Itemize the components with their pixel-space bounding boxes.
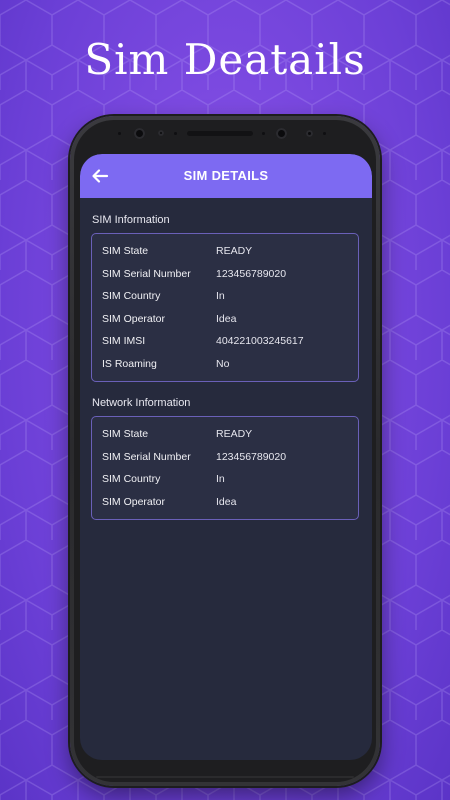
app-bar: SIM DETAILS [80, 154, 372, 198]
row-value: Idea [216, 312, 237, 325]
info-row: SIM Operator Idea [92, 491, 358, 514]
info-row: SIM Operator Idea [92, 308, 358, 331]
info-row: SIM Country In [92, 468, 358, 491]
app-title: SIM DETAILS [183, 168, 269, 183]
row-value: In [216, 473, 225, 486]
row-label: SIM State [102, 428, 149, 441]
earpiece-speaker [187, 131, 253, 136]
info-row: SIM Country In [92, 285, 358, 308]
row-label: SIM Serial Number [102, 450, 191, 463]
sensor-dot [118, 132, 121, 135]
row-value: READY [216, 428, 253, 441]
row-label: SIM Country [102, 473, 161, 486]
sensor-icon [306, 130, 313, 137]
row-label: IS Roaming [102, 357, 157, 370]
row-value: 123456789020 [216, 267, 287, 280]
info-row: IS Roaming No [92, 353, 358, 376]
info-row: SIM State READY [92, 423, 358, 446]
row-label: SIM Operator [102, 495, 166, 508]
network-information-title: Network Information [92, 397, 191, 409]
sensor-dot [323, 132, 326, 135]
info-row: SIM State READY [92, 240, 358, 263]
row-label: SIM Operator [102, 312, 166, 325]
phone-bottom-edge [96, 776, 354, 778]
sim-information-card: SIM State READY SIM Serial Number 123456… [91, 233, 359, 382]
sensor-dot [174, 132, 177, 135]
row-value: Idea [216, 495, 237, 508]
row-value: In [216, 290, 225, 303]
phone-mockup: SIM DETAILS SIM Information SIM State RE… [70, 116, 380, 786]
front-camera-icon [134, 128, 145, 139]
sim-information-title: SIM Information [92, 214, 170, 226]
row-label: SIM Serial Number [102, 267, 191, 280]
info-row: SIM IMSI 404221003245617 [92, 330, 358, 353]
row-value: READY [216, 245, 253, 258]
row-value: 404221003245617 [216, 335, 304, 348]
row-label: SIM State [102, 245, 149, 258]
info-row: SIM Serial Number 123456789020 [92, 446, 358, 469]
info-row: SIM Serial Number 123456789020 [92, 263, 358, 286]
promo-title: Sim Deatails [84, 35, 366, 84]
phone-screen: SIM DETAILS SIM Information SIM State RE… [80, 154, 372, 760]
sensor-icon [158, 130, 164, 136]
network-information-card: SIM State READY SIM Serial Number 123456… [91, 416, 359, 520]
row-value: 123456789020 [216, 450, 287, 463]
sensor-dot [262, 132, 265, 135]
front-camera-icon [276, 128, 287, 139]
row-label: SIM Country [102, 290, 161, 303]
row-label: SIM IMSI [102, 335, 146, 348]
row-value: No [216, 357, 230, 370]
